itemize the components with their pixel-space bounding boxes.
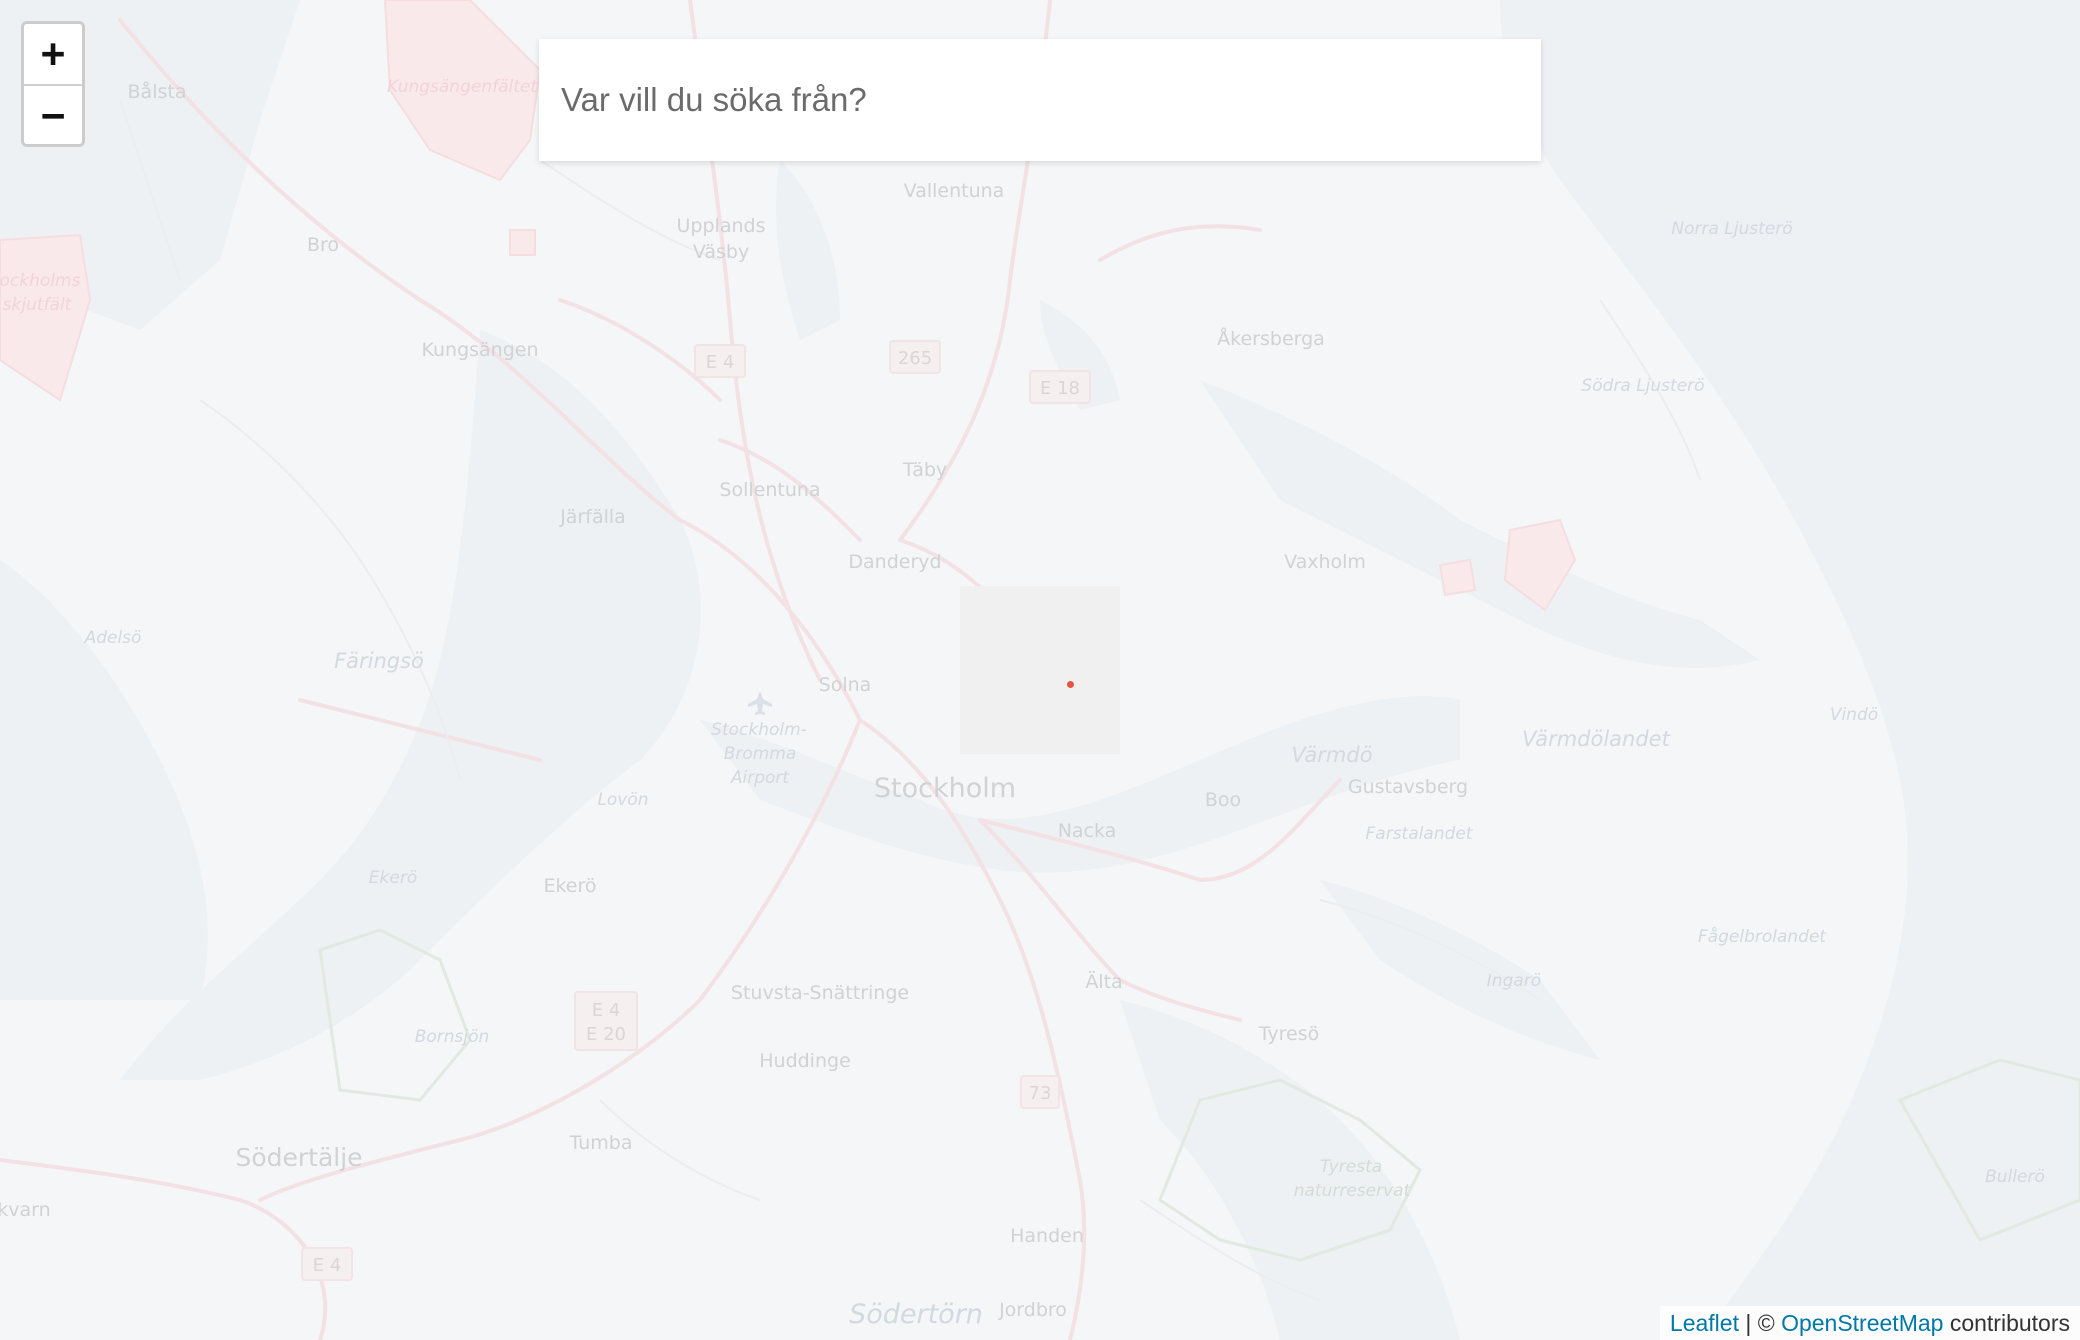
attribution-suffix: contributors — [1943, 1310, 2070, 1336]
place-label: Ingarö — [1487, 971, 1541, 991]
place-label: Boo — [1205, 789, 1241, 811]
place-label: Vaxholm — [1284, 551, 1366, 573]
place-label: Värmdö — [1291, 743, 1372, 767]
place-label: Färingsö — [334, 649, 424, 673]
place-label: Norra Ljusterö — [1671, 219, 1792, 239]
place-label: Tyresö — [1258, 1023, 1320, 1045]
place-label: Handen — [1010, 1225, 1084, 1247]
openstreetmap-link[interactable]: OpenStreetMap — [1781, 1310, 1943, 1336]
place-label: Huddinge — [759, 1050, 851, 1072]
place-label: kvarn — [0, 1199, 51, 1221]
place-label: Adelsö — [84, 628, 142, 648]
place-label: Vindö — [1830, 705, 1878, 725]
map[interactable]: Bålsta Kungsängenfältet Vallentuna Uppla… — [0, 0, 2080, 1340]
place-label: Åkersberga — [1217, 327, 1325, 350]
place-label: Gustavsberg — [1348, 776, 1468, 798]
place-label: Bro — [307, 234, 339, 256]
road-shield: 265 — [889, 340, 941, 374]
svg-text:E 4: E 4 — [706, 352, 735, 373]
place-label: Södertälje — [235, 1143, 362, 1172]
attribution-separator: | © — [1738, 1310, 1782, 1336]
place-label: Älta — [1085, 970, 1122, 993]
place-label: naturreservat — [1294, 1181, 1412, 1201]
place-label: Bromma — [724, 744, 797, 764]
svg-text:265: 265 — [898, 348, 932, 369]
attribution: Leaflet | © OpenStreetMap contributors — [1659, 1306, 2080, 1340]
place-label: Fågelbrolandet — [1698, 926, 1828, 947]
place-label: Stockholm — [874, 773, 1016, 804]
place-label: Stuvsta-Snättringe — [731, 982, 909, 1004]
loading-tile — [960, 586, 1120, 754]
place-label: Jordbro — [998, 1299, 1067, 1321]
place-label: skjutfält — [3, 295, 73, 315]
place-label: Södertörn — [849, 1299, 983, 1330]
place-label: Vallentuna — [904, 180, 1005, 202]
zoom-out-button[interactable]: − — [24, 86, 82, 144]
zoom-in-button[interactable]: + — [24, 24, 82, 86]
road-shield: E 4 — [301, 1247, 353, 1281]
place-label: Stockholm- — [711, 720, 807, 740]
place-label: Täby — [902, 459, 947, 481]
search-box — [539, 39, 1541, 161]
place-label: Bornsjön — [415, 1027, 490, 1047]
search-input[interactable] — [539, 39, 1541, 161]
place-label: Lovön — [597, 790, 648, 810]
svg-text:E 4: E 4 — [592, 1000, 621, 1021]
zoom-control: + − — [21, 21, 85, 147]
road-shield: 73 — [1020, 1075, 1060, 1109]
place-label: Tyresta — [1320, 1157, 1382, 1177]
road-shield: E 4 — [694, 344, 746, 378]
place-label: Väsby — [693, 241, 749, 263]
minor-roads — [119, 99, 1701, 1301]
minus-icon: − — [40, 93, 66, 139]
place-label: Nacka — [1058, 820, 1117, 842]
place-label: Södra Ljusterö — [1581, 376, 1704, 396]
plus-icon: + — [40, 31, 66, 77]
svg-text:E 18: E 18 — [1040, 378, 1080, 399]
road-shield: E 4 E 20 — [574, 991, 638, 1051]
place-label: Airport — [730, 768, 791, 788]
place-label: Kungsängen — [421, 339, 538, 361]
place-label: Solna — [819, 674, 872, 696]
place-label: Kungsängenfältet — [387, 77, 538, 97]
svg-text:73: 73 — [1029, 1083, 1052, 1104]
leaflet-link[interactable]: Leaflet — [1670, 1310, 1739, 1336]
road-shield: E 18 — [1029, 370, 1091, 404]
svg-text:E 4: E 4 — [313, 1255, 342, 1276]
place-label: ockholms — [0, 271, 81, 291]
place-label: Farstalandet — [1366, 824, 1474, 844]
place-label: Upplands — [677, 215, 766, 237]
place-label: Ekerö — [369, 868, 417, 888]
place-label: Ekerö — [543, 875, 596, 897]
place-label: Danderyd — [848, 551, 941, 573]
loading-dot — [1067, 681, 1074, 688]
place-label: Sollentuna — [719, 479, 820, 501]
place-label: Värmdölandet — [1522, 727, 1670, 751]
airport-icon — [748, 691, 772, 715]
place-label: Bullerö — [1985, 1167, 2045, 1187]
place-label: Järfälla — [559, 506, 626, 528]
place-label: Bålsta — [128, 80, 187, 103]
svg-text:E 20: E 20 — [586, 1024, 626, 1045]
place-label: Tumba — [569, 1132, 633, 1154]
